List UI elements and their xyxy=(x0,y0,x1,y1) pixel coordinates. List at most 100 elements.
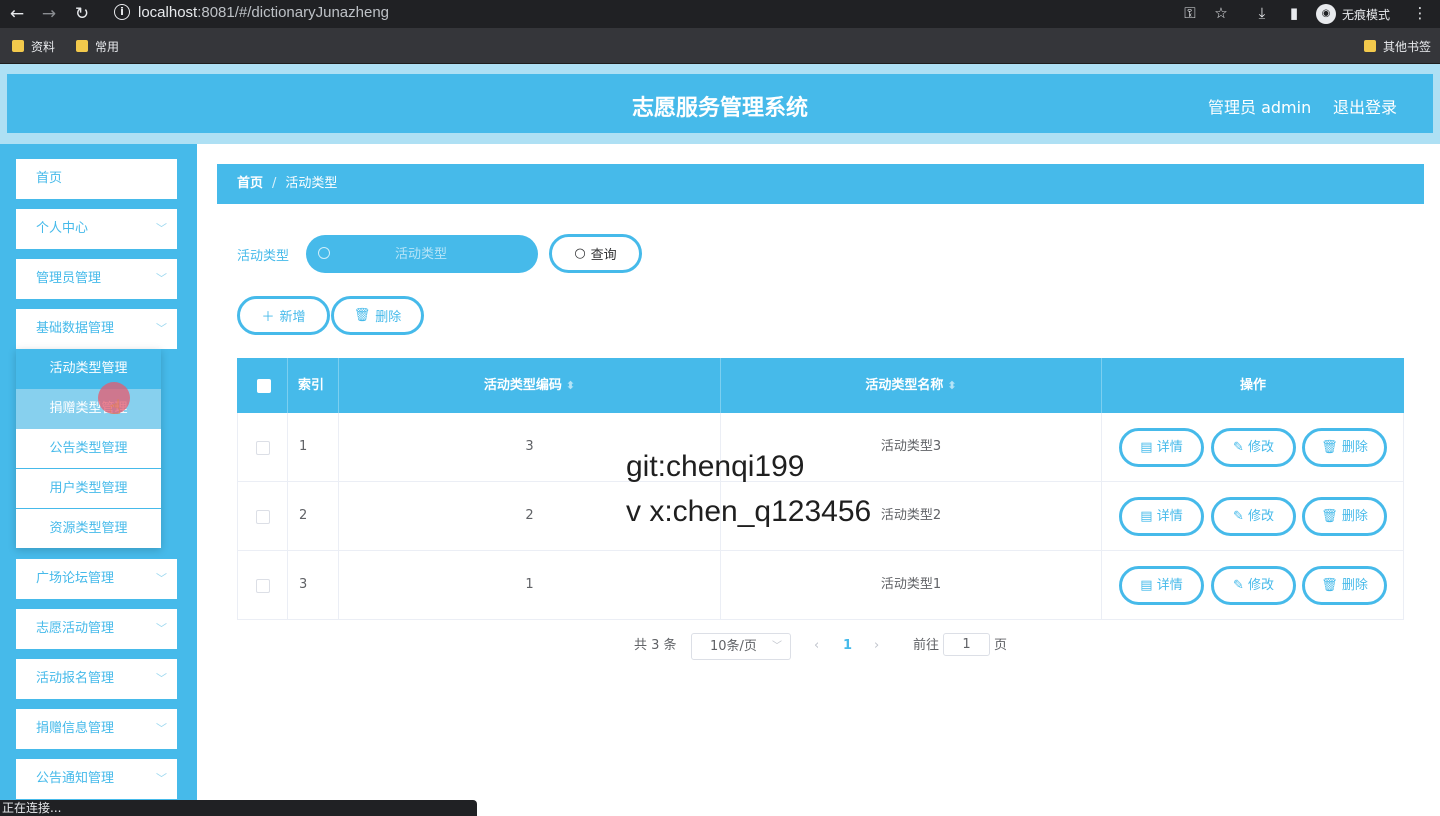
plus-icon: ＋ xyxy=(261,310,275,325)
sidebar-item-label: 志愿活动管理 xyxy=(36,621,115,636)
select-all-checkbox[interactable] xyxy=(257,379,271,393)
column-header-code[interactable]: 活动类型编码 ⬍ xyxy=(339,358,721,413)
bookmarks-bar xyxy=(0,28,1440,64)
sidebar-item-profile[interactable]: 个人中心 ﹀ xyxy=(16,209,177,249)
other-bookmarks[interactable]: 其他书签 xyxy=(1364,37,1431,55)
star-icon[interactable]: ☆ xyxy=(1211,3,1231,23)
next-page-icon[interactable]: › xyxy=(874,632,879,660)
delete-button[interactable]: 🗑 删除 xyxy=(1302,566,1387,605)
sort-icon[interactable]: ⬍ xyxy=(566,379,575,392)
sidebar-item-notice[interactable]: 公告通知管理 ﹀ xyxy=(16,759,177,799)
chevron-down-icon: ﹀ xyxy=(156,572,167,585)
edit-label: 修改 xyxy=(1248,440,1275,455)
cell-code: 1 xyxy=(339,551,721,619)
bookmark-label: 常用 xyxy=(95,39,120,54)
bookmark-label: 其他书签 xyxy=(1383,39,1432,54)
forward-icon[interactable]: → xyxy=(38,3,60,25)
cell-index: 2 xyxy=(288,482,339,550)
row-checkbox[interactable] xyxy=(256,579,270,593)
sidepanel-icon[interactable]: ▮ xyxy=(1284,3,1304,23)
query-button[interactable]: ○ 查询 xyxy=(549,234,642,273)
back-icon[interactable]: ← xyxy=(6,3,28,25)
chevron-down-icon: ﹀ xyxy=(156,722,167,735)
incognito-indicator[interactable]: ◉ 无痕模式 xyxy=(1316,3,1390,25)
table-header: 索引 活动类型编码 ⬍ 活动类型名称 ⬍ 操作 xyxy=(237,358,1404,413)
pencil-icon: ✎ xyxy=(1232,440,1248,455)
breadcrumb: 首页 / 活动类型 xyxy=(217,164,1424,204)
pagination-total: 共 3 条 xyxy=(634,638,677,653)
delete-button[interactable]: 🗑 删除 xyxy=(1302,497,1387,536)
prev-page-icon[interactable]: ‹ xyxy=(814,632,819,660)
trash-icon: 🗑 xyxy=(1321,440,1342,455)
detail-button[interactable]: ▤ 详情 xyxy=(1119,428,1204,467)
download-icon[interactable]: ⤓ xyxy=(1252,3,1272,23)
goto-page-input[interactable]: 1 xyxy=(943,633,990,656)
document-icon: ▤ xyxy=(1140,578,1157,593)
sort-icon[interactable]: ⬍ xyxy=(947,379,956,392)
submenu-item-resource-type[interactable]: 资源类型管理 xyxy=(16,508,161,548)
menu-icon[interactable]: ⋮ xyxy=(1410,3,1430,23)
sidebar-item-admin[interactable]: 管理员管理 ﹀ xyxy=(16,259,177,299)
sidebar-item-label: 活动报名管理 xyxy=(36,671,115,686)
address-bar[interactable]: localhost:8081/#/dictionaryJunazheng xyxy=(138,3,389,23)
sidebar-item-forum[interactable]: 广场论坛管理 ﹀ xyxy=(16,559,177,599)
column-header-index: 索引 xyxy=(288,358,339,413)
column-header-label: 活动类型编码 xyxy=(483,378,562,393)
submenu-item-activity-type[interactable]: 活动类型管理 xyxy=(16,349,161,389)
folder-icon xyxy=(12,40,24,52)
detail-button[interactable]: ▤ 详情 xyxy=(1119,497,1204,536)
submenu-item-donation-type[interactable]: 捐赠类型管理 xyxy=(16,389,161,429)
bookmark-folder[interactable]: 常用 xyxy=(76,37,119,55)
pencil-icon: ✎ xyxy=(1232,509,1248,524)
watermark-line-1: git:chenqi199 xyxy=(626,450,805,483)
bookmark-folder[interactable]: 资料 xyxy=(12,37,55,55)
logout-link[interactable]: 退出登录 xyxy=(1333,94,1397,118)
search-label: 活动类型 xyxy=(237,249,290,264)
sidebar-item-label: 首页 xyxy=(36,171,63,186)
cell-name: 活动类型1 xyxy=(721,551,1102,619)
chevron-down-icon: ﹀ xyxy=(156,222,167,235)
current-page[interactable]: 1 xyxy=(843,632,852,660)
column-header-label: 活动类型名称 xyxy=(865,378,944,393)
search-icon: ○ xyxy=(574,246,586,261)
row-checkbox[interactable] xyxy=(256,510,270,524)
site-info-icon[interactable]: i xyxy=(114,4,130,20)
trash-icon: 🗑 xyxy=(1321,509,1342,524)
sidebar-item-volunteer-activity[interactable]: 志愿活动管理 ﹀ xyxy=(16,609,177,649)
batch-delete-button[interactable]: 🗑 删除 xyxy=(331,296,424,335)
key-icon[interactable]: ⚿ xyxy=(1180,3,1200,23)
sidebar-item-base-data[interactable]: 基础数据管理 ﹀ xyxy=(16,309,177,349)
delete-label: 删除 xyxy=(1341,440,1368,455)
edit-button[interactable]: ✎ 修改 xyxy=(1211,566,1296,605)
search-field[interactable] xyxy=(306,235,538,273)
edit-button[interactable]: ✎ 修改 xyxy=(1211,428,1296,467)
hand-cursor-icon: ☝ xyxy=(109,395,122,419)
sidebar-item-registration[interactable]: 活动报名管理 ﹀ xyxy=(16,659,177,699)
detail-button[interactable]: ▤ 详情 xyxy=(1119,566,1204,605)
row-checkbox[interactable] xyxy=(256,441,270,455)
select-all-cell xyxy=(237,358,288,413)
delete-button[interactable]: 🗑 删除 xyxy=(1302,428,1387,467)
trash-icon: 🗑 xyxy=(353,308,371,323)
breadcrumb-current: 活动类型 xyxy=(285,176,338,191)
sidebar-item-label: 广场论坛管理 xyxy=(36,571,115,586)
search-input[interactable] xyxy=(336,235,506,273)
sidebar-item-home[interactable]: 首页 xyxy=(16,159,177,199)
pencil-icon: ✎ xyxy=(1232,578,1248,593)
page-size-select[interactable]: 10条/页 ﹀ xyxy=(691,633,791,660)
page-size-value: 10条/页 xyxy=(710,639,757,654)
submenu-item-user-type[interactable]: 用户类型管理 xyxy=(16,468,161,508)
breadcrumb-home[interactable]: 首页 xyxy=(237,176,263,191)
reload-icon[interactable]: ↻ xyxy=(71,3,93,25)
sidebar-item-donation-info[interactable]: 捐赠信息管理 ﹀ xyxy=(16,709,177,749)
column-header-actions: 操作 xyxy=(1239,378,1266,393)
column-header-name[interactable]: 活动类型名称 ⬍ xyxy=(721,358,1102,413)
chevron-down-icon: ﹀ xyxy=(156,272,167,285)
edit-button[interactable]: ✎ 修改 xyxy=(1211,497,1296,536)
detail-label: 详情 xyxy=(1156,578,1183,593)
submenu-item-notice-type[interactable]: 公告类型管理 xyxy=(16,429,161,469)
browser-toolbar: ← → ↻ i localhost:8081/#/dictionaryJunaz… xyxy=(0,0,1440,28)
add-button[interactable]: ＋ 新增 xyxy=(237,296,330,335)
detail-label: 详情 xyxy=(1156,440,1183,455)
incognito-label: 无痕模式 xyxy=(1342,7,1391,22)
